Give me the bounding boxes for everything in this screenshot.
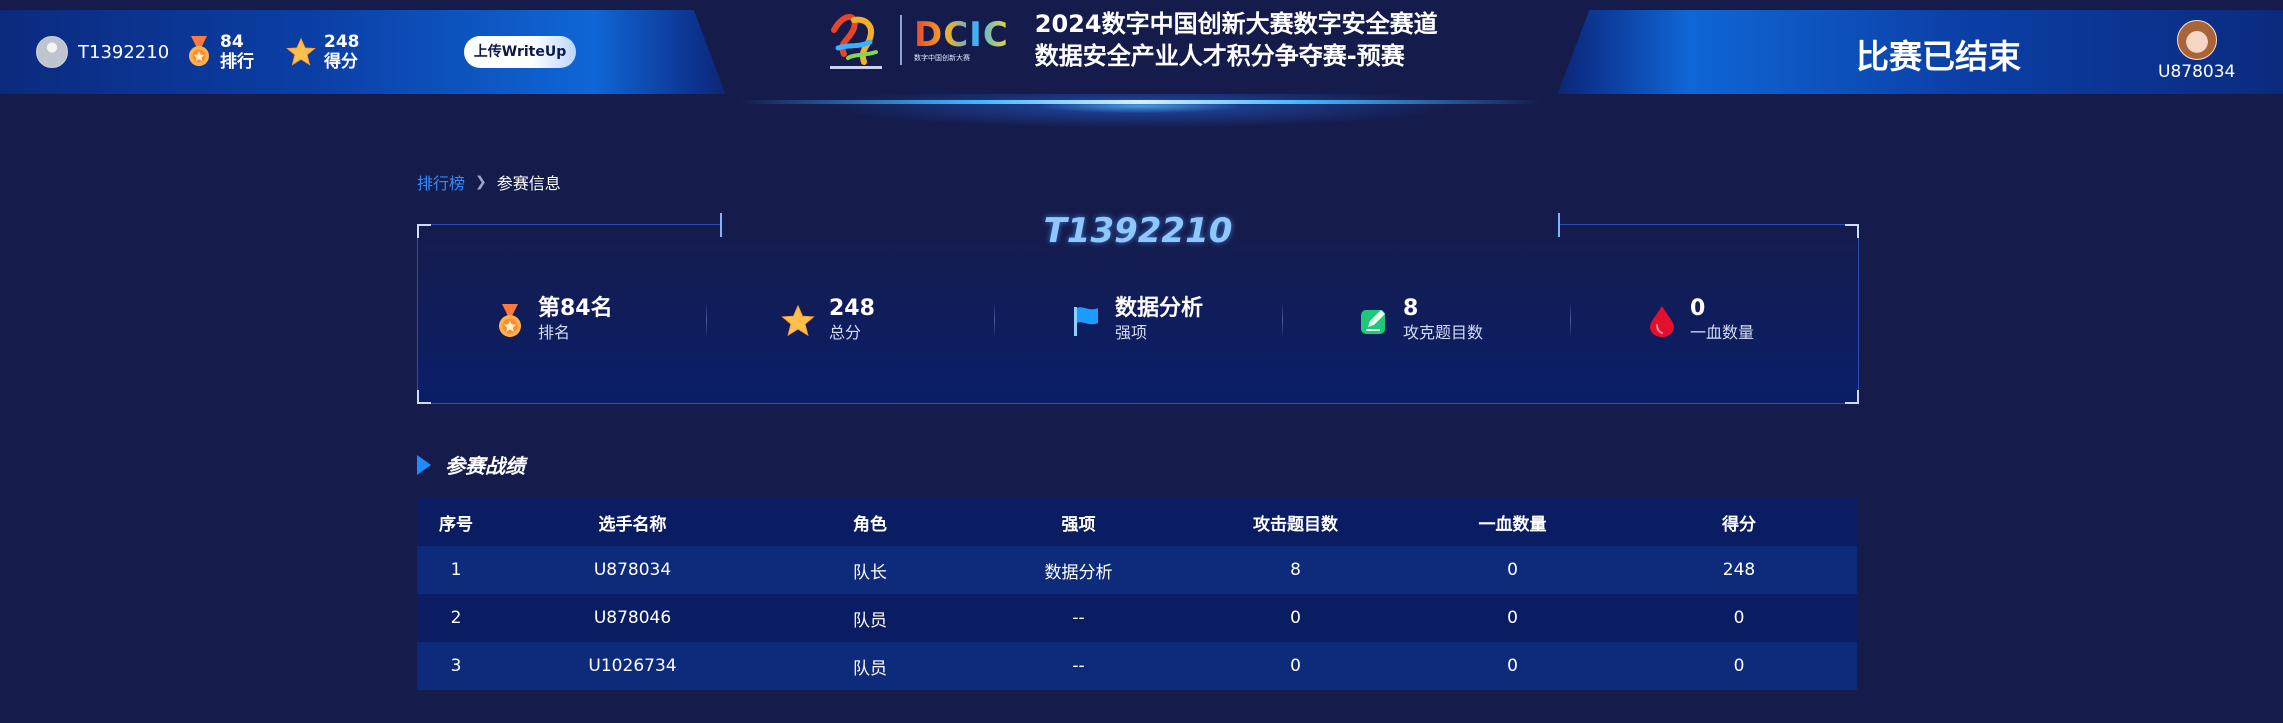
card-corner: [417, 390, 431, 404]
stat-rank-label: 排名: [538, 323, 571, 342]
rank-value: 84: [220, 32, 244, 52]
breadcrumb-leaderboard-link[interactable]: 排行榜: [417, 170, 465, 194]
cell-index: 2: [417, 594, 495, 642]
header-glow-line: [740, 100, 1540, 104]
cell-score: 248: [1621, 546, 1857, 594]
stat-rank-value: 第84名: [538, 296, 613, 321]
shu-logo-icon: [830, 14, 882, 69]
cell-player: U878046: [495, 594, 770, 642]
records-table: 序号 选手名称 角色 强项 攻击题目数 一血数量 得分 1 U878034 队长…: [417, 498, 1857, 690]
section-title: 参赛战绩: [417, 450, 525, 479]
cell-first-blood: 0: [1404, 594, 1621, 642]
card-corner: [1845, 390, 1859, 404]
column-header-index: 序号: [417, 498, 495, 546]
event-title-line2: 数据安全产业人才积分争夺赛-预赛: [1034, 42, 1405, 70]
table-row: 3 U1026734 队员 -- 0 0 0: [417, 642, 1857, 690]
cell-attacks: 0: [1187, 594, 1404, 642]
stat-total-score: 248 总分: [706, 293, 994, 349]
cell-strength: --: [970, 594, 1187, 642]
table-row: 2 U878046 队员 -- 0 0 0: [417, 594, 1857, 642]
cell-first-blood: 0: [1404, 642, 1621, 690]
column-header-player: 选手名称: [495, 498, 770, 546]
stat-strength: 数据分析 强项: [994, 293, 1282, 349]
stat-first-blood: 0 一血数量: [1570, 293, 1858, 349]
blood-drop-icon: [1650, 306, 1674, 337]
avatar: [36, 36, 68, 68]
user-name: U878034: [2158, 62, 2236, 82]
user-avatar: [2176, 20, 2217, 60]
stat-rank: 第84名 排名: [418, 293, 706, 349]
stat-strength-value: 数据分析: [1115, 296, 1204, 321]
user-menu[interactable]: U878034: [2158, 20, 2235, 82]
team-stats-row: 第84名 排名 248 总分 数据分析 强项 8 攻克题目数 0 一血数量: [418, 293, 1858, 349]
breadcrumb: 排行榜 ❯ 参赛信息: [417, 170, 561, 194]
cell-index: 1: [417, 546, 495, 594]
stat-first-blood-value: 0: [1690, 296, 1706, 321]
cell-role: 队长: [770, 546, 970, 594]
edit-icon: [1361, 310, 1385, 334]
cell-role: 队员: [770, 594, 970, 642]
top-header: T1392210 84 排行 248 得分 上传WriteUp DCIC 数字中…: [0, 0, 2283, 134]
cell-attacks: 8: [1187, 546, 1404, 594]
stat-score-label: 总分: [829, 323, 862, 342]
column-header-first-blood: 一血数量: [1404, 498, 1621, 546]
score-label: 得分: [324, 52, 358, 72]
logo-divider: [900, 15, 902, 65]
medal-icon: [499, 304, 521, 337]
stat-solved-label: 攻克题目数: [1403, 323, 1484, 342]
chevron-right-icon: ❯: [475, 174, 487, 190]
dcic-logo: DCIC 数字中国创新大赛: [914, 17, 1009, 63]
cell-player: U1026734: [495, 642, 770, 690]
table-header-row: 序号 选手名称 角色 强项 攻击题目数 一血数量 得分: [417, 498, 1857, 546]
team-info-card: T1392210 第84名 排名 248 总分 数据分析 强项 8 攻克题目数 …: [417, 211, 1859, 404]
cell-score: 0: [1621, 642, 1857, 690]
cell-attacks: 0: [1187, 642, 1404, 690]
team-chip[interactable]: T1392210: [36, 36, 169, 68]
stat-strength-label: 强项: [1115, 323, 1148, 342]
cell-role: 队员: [770, 642, 970, 690]
table-row: 1 U878034 队长 数据分析 8 0 248: [417, 546, 1857, 594]
team-name: T1392210: [1043, 211, 1233, 251]
dcic-logo-text: DCIC: [914, 15, 1009, 55]
dcic-logo-subtext: 数字中国创新大赛: [914, 54, 970, 62]
stat-score-value: 248: [829, 296, 875, 321]
upload-writeup-button[interactable]: 上传WriteUp: [464, 36, 576, 68]
medal-icon: [189, 36, 209, 66]
brand-block: DCIC 数字中国创新大赛 2024数字中国创新大赛数字安全赛道 数据安全产业人…: [824, 8, 1438, 72]
score-chip: 248 得分: [286, 32, 360, 72]
rank-chip: 84 排行: [186, 32, 254, 72]
stat-solved-value: 8: [1403, 296, 1419, 321]
cell-player: U878034: [495, 546, 770, 594]
cell-score: 0: [1621, 594, 1857, 642]
breadcrumb-current: 参赛信息: [496, 174, 561, 193]
triangle-marker-icon: [417, 454, 431, 475]
column-header-role: 角色: [770, 498, 970, 546]
event-title-line1: 2024数字中国创新大赛数字安全赛道: [1034, 10, 1438, 38]
cell-strength: 数据分析: [970, 546, 1187, 594]
contest-status: 比赛已结束: [1856, 37, 2021, 76]
star-icon: [286, 37, 316, 66]
event-title: 2024数字中国创新大赛数字安全赛道 数据安全产业人才积分争夺赛-预赛: [1035, 8, 1438, 72]
column-header-attacks: 攻击题目数: [1187, 498, 1404, 546]
cell-first-blood: 0: [1404, 546, 1621, 594]
flag-icon: [1074, 307, 1098, 336]
star-icon: [781, 304, 815, 337]
score-value: 248: [324, 32, 360, 52]
section-title-text: 参赛战绩: [445, 454, 525, 478]
cell-index: 3: [417, 642, 495, 690]
column-header-strength: 强项: [970, 498, 1187, 546]
cell-strength: --: [970, 642, 1187, 690]
stat-first-blood-label: 一血数量: [1690, 323, 1755, 342]
rank-label: 排行: [220, 52, 254, 72]
column-header-score: 得分: [1621, 498, 1857, 546]
stat-solved: 8 攻克题目数: [1282, 293, 1570, 349]
team-id: T1392210: [78, 41, 170, 63]
